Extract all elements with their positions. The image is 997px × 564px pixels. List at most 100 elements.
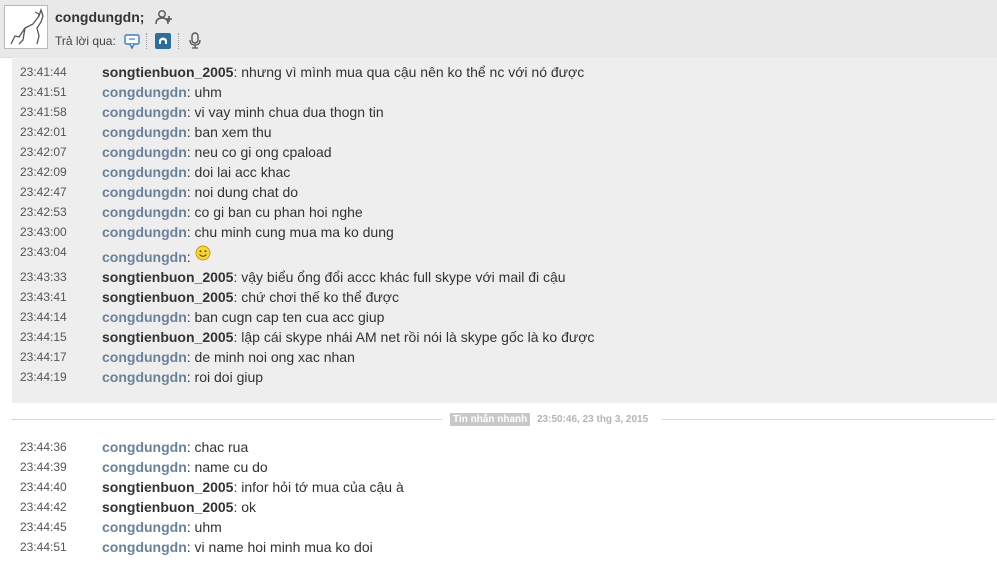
message-body: congdungdn: ban cugn cap ten cua acc giu…: [102, 307, 384, 327]
conversation-header: congdungdn; Trả lời qua:: [0, 0, 997, 58]
message-timestamp: 23:43:33: [20, 270, 67, 284]
message-body: congdungdn: ban xem thu: [102, 122, 272, 142]
message-body: songtienbuon_2005: ok: [102, 497, 256, 517]
message-text: : co gi ban cu phan hoi nghe: [186, 204, 363, 220]
message-body: congdungdn: vi name hoi minh mua ko doi: [102, 537, 373, 557]
message-text: : uhm: [186, 84, 222, 100]
message-timestamp: 23:42:09: [20, 165, 67, 179]
message-text: :: [186, 249, 195, 265]
message-timestamp: 23:44:36: [20, 440, 67, 454]
message-timestamp: 23:44:14: [20, 310, 67, 324]
message-text: : neu co gi ong cpaload: [186, 144, 332, 160]
message-body: congdungdn: doi lai acc khac: [102, 162, 290, 182]
message-author[interactable]: congdungdn: [102, 539, 187, 555]
message-timestamp: 23:42:47: [20, 185, 67, 199]
message-body: songtienbuon_2005: chứ chơi thế ko thể đ…: [102, 287, 399, 307]
message-author[interactable]: songtienbuon_2005: [102, 499, 233, 515]
message-text: : uhm: [186, 519, 222, 535]
message-body: congdungdn:: [102, 245, 211, 269]
message-author[interactable]: congdungdn: [102, 144, 187, 160]
message-body: congdungdn: uhm: [102, 517, 222, 537]
message-body: congdungdn: vi vay minh chua dua thogn t…: [102, 102, 384, 122]
message-author[interactable]: songtienbuon_2005: [102, 64, 233, 80]
message-body: songtienbuon_2005: infor hỏi tớ mua của …: [102, 477, 404, 497]
message-body: congdungdn: noi dung chat do: [102, 182, 298, 202]
divider-line: [12, 419, 442, 420]
message-author[interactable]: congdungdn: [102, 184, 187, 200]
divider-timestamp: 23:50:46, 23 thg 3, 2015: [537, 414, 649, 425]
message-timestamp: 23:44:19: [20, 370, 67, 384]
message-timestamp: 23:43:41: [20, 290, 67, 304]
message-timestamp: 23:44:39: [20, 460, 67, 474]
message-author[interactable]: congdungdn: [102, 249, 187, 265]
message-author[interactable]: congdungdn: [102, 224, 187, 240]
message-author[interactable]: songtienbuon_2005: [102, 479, 233, 495]
message-timestamp: 23:44:17: [20, 350, 67, 364]
message-author[interactable]: congdungdn: [102, 519, 187, 535]
message-author[interactable]: congdungdn: [102, 104, 187, 120]
horse-avatar-icon: [5, 6, 47, 48]
message-timestamp: 23:44:40: [20, 480, 67, 494]
message-text: : doi lai acc khac: [186, 164, 291, 180]
message-text: : lập cái skype nhái AM net rồi nói là s…: [233, 329, 595, 345]
message-timestamp: 23:43:00: [20, 225, 67, 239]
message-body: congdungdn: name cu do: [102, 457, 268, 477]
message-timestamp: 23:44:51: [20, 540, 67, 554]
message-text: : vậy biểu ổng đổi accc khác full skype …: [233, 269, 566, 285]
contact-name: congdungdn;: [55, 9, 145, 25]
message-timestamp: 23:41:51: [20, 85, 67, 99]
skype-phone-icon[interactable]: [154, 32, 172, 50]
avatar[interactable]: [4, 5, 48, 49]
message-body: songtienbuon_2005: lập cái skype nhái AM…: [102, 327, 594, 347]
message-text: : ban xem thu: [186, 124, 272, 140]
message-timestamp: 23:44:42: [20, 500, 67, 514]
message-author[interactable]: songtienbuon_2005: [102, 329, 233, 345]
chat-bubble-icon[interactable]: [123, 32, 141, 50]
message-author[interactable]: congdungdn: [102, 164, 187, 180]
message-timestamp: 23:42:01: [20, 125, 67, 139]
message-author[interactable]: songtienbuon_2005: [102, 289, 233, 305]
message-author[interactable]: congdungdn: [102, 349, 187, 365]
message-text: : chac rua: [186, 439, 249, 455]
message-body: songtienbuon_2005: vậy biểu ổng đổi accc…: [102, 267, 566, 287]
message-timestamp: 23:44:45: [20, 520, 67, 534]
message-author[interactable]: congdungdn: [102, 204, 187, 220]
add-contact-icon[interactable]: [155, 9, 173, 25]
message-timestamp: 23:43:04: [20, 245, 67, 259]
message-author[interactable]: congdungdn: [102, 84, 187, 100]
message-author[interactable]: congdungdn: [102, 309, 187, 325]
message-author[interactable]: congdungdn: [102, 459, 187, 475]
message-author[interactable]: congdungdn: [102, 369, 187, 385]
message-text: : vi vay minh chua dua thogn tin: [186, 104, 384, 120]
message-timestamp: 23:42:53: [20, 205, 67, 219]
message-timestamp: 23:44:15: [20, 330, 67, 344]
message-author[interactable]: songtienbuon_2005: [102, 269, 233, 285]
smile-emoticon-icon: [195, 245, 211, 266]
microphone-icon[interactable]: [186, 32, 204, 50]
message-text: : roi doi giup: [186, 369, 264, 385]
message-author[interactable]: congdungdn: [102, 124, 187, 140]
message-text: : de minh noi ong xac nhan: [186, 349, 355, 365]
message-timestamp: 23:41:44: [20, 65, 67, 79]
message-body: congdungdn: chac rua: [102, 437, 248, 457]
message-body: congdungdn: roi doi giup: [102, 367, 263, 387]
message-body: congdungdn: uhm: [102, 82, 222, 102]
reply-via-label: Trả lời qua:: [55, 34, 116, 48]
message-body: congdungdn: de minh noi ong xac nhan: [102, 347, 355, 367]
message-author[interactable]: congdungdn: [102, 439, 187, 455]
message-timestamp: 23:41:58: [20, 105, 67, 119]
message-body: congdungdn: neu co gi ong cpaload: [102, 142, 332, 162]
message-body: congdungdn: co gi ban cu phan hoi nghe: [102, 202, 363, 222]
divider-label: Tin nhắn nhanh: [450, 413, 531, 426]
message-text: : chứ chơi thế ko thể được: [233, 289, 399, 305]
message-text: : noi dung chat do: [186, 184, 299, 200]
message-text: : name cu do: [186, 459, 268, 475]
message-text: : infor hỏi tớ mua của cậu à: [233, 479, 404, 495]
message-text: : ban cugn cap ten cua acc giup: [186, 309, 385, 325]
message-timestamp: 23:42:07: [20, 145, 67, 159]
message-text: : chu minh cung mua ma ko dung: [186, 224, 394, 240]
divider-line: [662, 419, 995, 420]
message-text: : ok: [233, 499, 257, 515]
separator: [178, 33, 180, 49]
message-text: : nhưng vì mình mua qua cậu nên ko thể n…: [233, 64, 585, 80]
